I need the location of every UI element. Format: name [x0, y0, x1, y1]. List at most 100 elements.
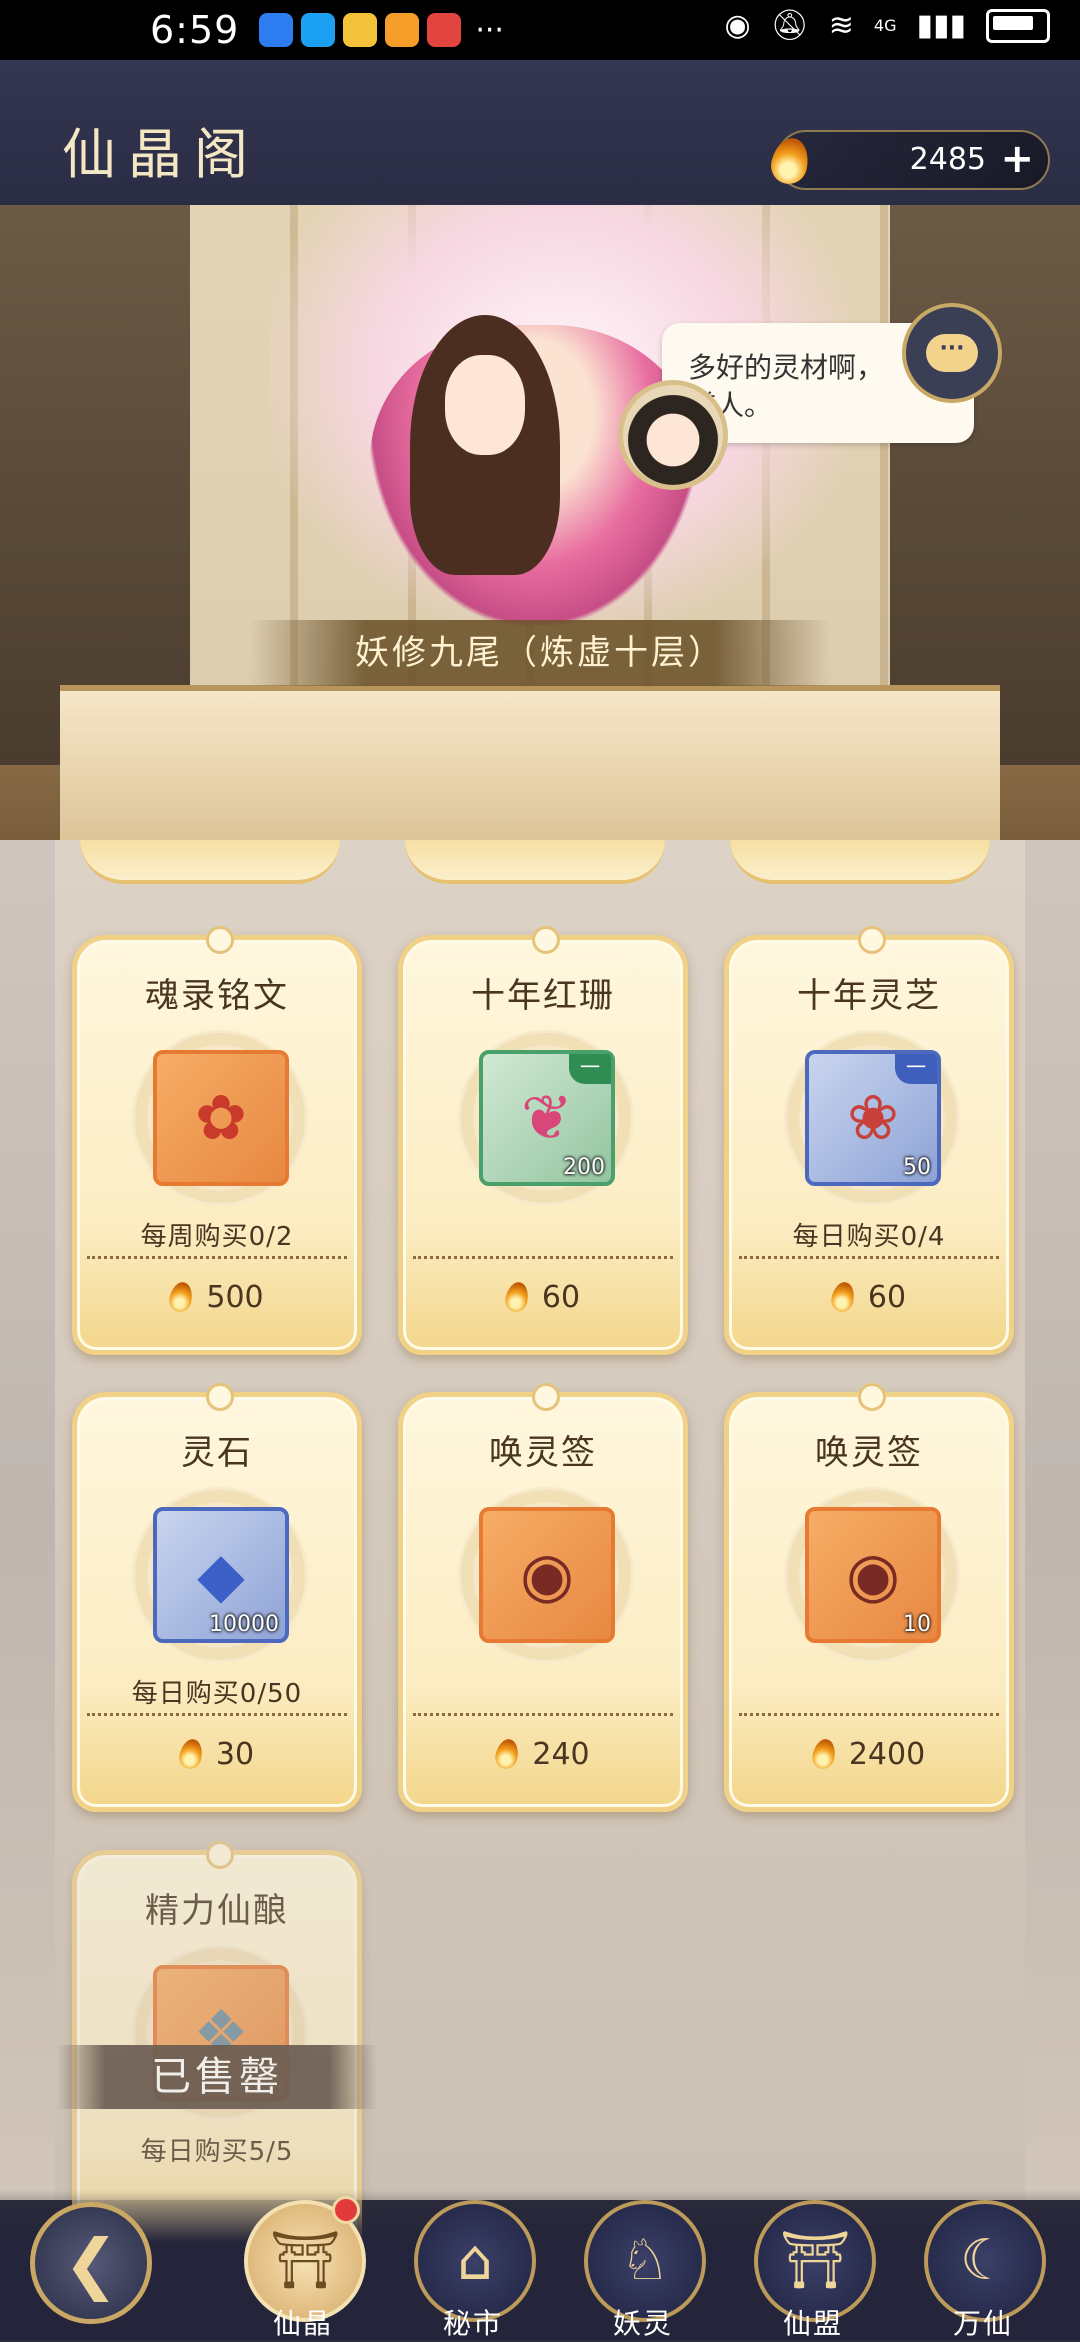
card-divider: [87, 1713, 347, 1716]
spirit-crystal-icon: [493, 1737, 522, 1771]
card-gem-icon: [206, 926, 234, 954]
price-value: 240: [532, 1737, 590, 1772]
npc-face: [445, 355, 525, 455]
item-image-icon: ✿: [195, 1081, 247, 1154]
add-currency-button[interactable]: +: [1000, 136, 1034, 182]
item-image-icon: ❦: [521, 1081, 573, 1154]
item-price[interactable]: 60: [729, 1280, 1009, 1315]
shop-item-card[interactable]: 十年红珊 ❦ 一 200 60: [398, 926, 688, 1355]
card-gem-icon: [206, 1383, 234, 1411]
nav-tab-moon[interactable]: ☾ 万仙: [918, 2190, 1048, 2340]
card-gem-icon: [532, 1383, 560, 1411]
nav-label: 仙盟: [782, 2307, 843, 2340]
nav-tab-market[interactable]: ⌂ 秘市: [408, 2190, 538, 2340]
spirit-crystal-icon: [829, 1280, 857, 1314]
card-gem-icon: [858, 926, 886, 954]
item-price[interactable]: 2400: [729, 1737, 1009, 1772]
status-app-icons: [259, 13, 462, 47]
shop-item-card[interactable]: 魂录铭文 ✿ 每周购买0/2 500: [72, 926, 362, 1355]
item-icon: ❦ 一 200: [479, 1050, 615, 1186]
purchase-limit: 每日购买0/4: [792, 1222, 946, 1252]
card-top-partial: [80, 840, 340, 884]
wifi-icon: ≋: [828, 8, 854, 43]
spirit-crystal-icon: [177, 1737, 205, 1771]
mute-icon: 🔕︎: [770, 8, 809, 43]
item-icon: ◉ 10: [805, 1507, 941, 1643]
item-quantity: 200: [563, 1155, 605, 1180]
item-quantity: 10000: [209, 1612, 279, 1637]
item-grade-badge: 一: [895, 1054, 937, 1084]
shop-counter: [60, 685, 1000, 840]
purchase-limit: 每周购买0/2: [140, 1222, 294, 1252]
currency-display: 2485 +: [767, 130, 1050, 190]
purchase-limit: 每日购买5/5: [140, 2137, 294, 2167]
nav-tab-pavilion[interactable]: ⛩ 仙晶: [238, 2190, 368, 2340]
sold-out-banner: 已售罄: [57, 2045, 377, 2109]
shield-app-icon: [259, 13, 294, 47]
item-image-icon: ◉: [519, 1538, 575, 1611]
card-gem-icon: [532, 926, 560, 954]
spirit-crystal-icon: [767, 134, 813, 188]
eye-icon: ◉: [724, 8, 751, 43]
shop-item-card[interactable]: 十年灵芝 ❀ 一 50 每日购买0/4 60: [724, 926, 1014, 1355]
card-divider: [413, 1713, 673, 1716]
shelf-left: [0, 205, 190, 765]
item-price[interactable]: 240: [403, 1737, 683, 1772]
shop-item-card[interactable]: 唤灵签 ◉ 10 2400: [724, 1383, 1014, 1812]
item-price[interactable]: 30: [77, 1737, 357, 1772]
card-top-partial: [730, 840, 990, 884]
card-divider: [739, 1713, 999, 1716]
item-name: 唤灵签: [815, 1433, 923, 1473]
item-icon: ✿: [153, 1050, 289, 1186]
battery-icon: [986, 8, 1050, 43]
card-divider: [739, 1256, 999, 1259]
item-icon: ◆ 10000: [153, 1507, 289, 1643]
item-icon: ◉: [479, 1507, 615, 1643]
item-name: 唤灵签: [489, 1433, 597, 1473]
speaker-avatar: [618, 380, 728, 490]
shop-item-card[interactable]: 唤灵签 ◉ 240: [398, 1383, 688, 1812]
reader-app-icon: [427, 13, 462, 47]
shop-area: 魂录铭文 ✿ 每周购买0/2 500 十年红珊 ❦ 一 200 60 十年灵芝 …: [0, 840, 1080, 2270]
header: 仙晶阁 2485 +: [0, 60, 1080, 208]
shop-banner: 妖修九尾（炼虚十层） 多好的灵材啊， 道人。 ···: [0, 205, 1080, 840]
purchase-limit: 每日购买0/50: [131, 1679, 303, 1709]
price-value: 60: [867, 1280, 907, 1315]
item-price[interactable]: 500: [77, 1280, 357, 1315]
item-price[interactable]: 60: [403, 1280, 683, 1315]
item-name: 灵石: [181, 1433, 253, 1473]
card-gem-icon: [206, 1841, 234, 1869]
card-divider: [413, 1256, 673, 1259]
price-value: 30: [215, 1737, 255, 1772]
item-icon: ❀ 一 50: [805, 1050, 941, 1186]
item-name: 精力仙酿: [145, 1891, 289, 1931]
shop-item-card[interactable]: 灵石 ◆ 10000 每日购买0/50 30: [72, 1383, 362, 1812]
item-quantity: 50: [903, 1155, 931, 1180]
item-name: 十年灵芝: [797, 976, 941, 1016]
back-button[interactable]: ❮: [30, 2202, 152, 2324]
back-arrow-icon: ❮: [63, 2224, 119, 2302]
status-right: ◉ 🔕︎ ≋ 4G ▮▮▮: [724, 8, 1050, 43]
status-more: ···: [475, 12, 504, 48]
weibo-app-icon: [343, 13, 378, 47]
status-time: 6:59: [150, 8, 240, 52]
spirit-crystal-icon: [503, 1280, 531, 1314]
nav-label: 秘市: [442, 2307, 503, 2340]
scrolled-card-row: [0, 840, 1080, 885]
nav-tab-fox[interactable]: ♘ 妖灵: [578, 2190, 708, 2340]
spirit-crystal-icon: [167, 1280, 196, 1314]
chat-button[interactable]: ···: [902, 303, 1002, 403]
card-top-partial: [405, 840, 665, 884]
nav-label: 仙晶: [272, 2307, 333, 2340]
item-name: 十年红珊: [471, 976, 615, 1016]
bottom-nav: ❮ ⛩ 仙晶 ⌂ 秘市 ♘ 妖灵 ⛩ 仙盟 ☾ 万仙: [0, 2190, 1080, 2340]
currency-amount: 2485: [909, 142, 986, 177]
network-type: 4G: [873, 16, 897, 35]
status-bar: 6:59 ··· ◉ 🔕︎ ≋ 4G ▮▮▮: [0, 0, 1080, 60]
shelf-right: [890, 205, 1080, 765]
search-app-icon: [301, 13, 336, 47]
item-image-icon: ◉: [845, 1538, 901, 1611]
nav-label: 妖灵: [612, 2307, 673, 2340]
nav-tab-gate[interactable]: ⛩ 仙盟: [748, 2190, 878, 2340]
notification-dot: [332, 2196, 360, 2224]
